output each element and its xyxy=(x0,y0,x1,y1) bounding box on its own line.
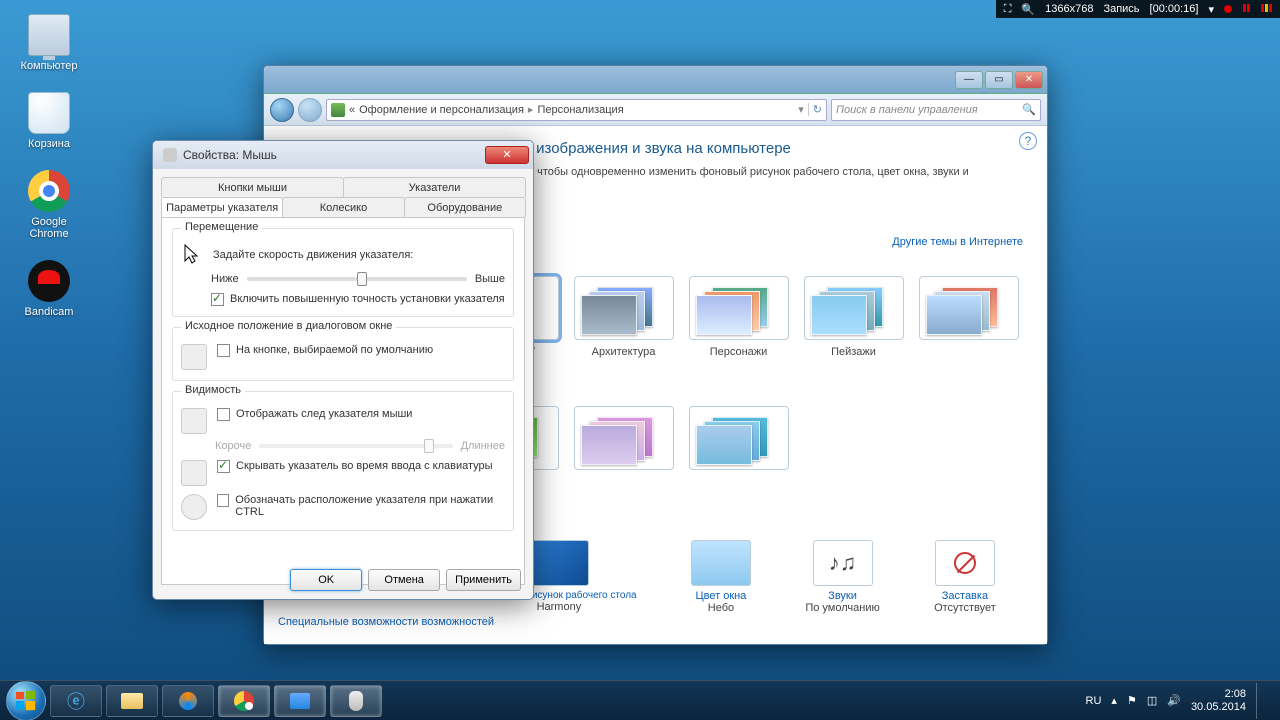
recorder-time: [00:00:16] xyxy=(1150,3,1199,15)
taskbar-mouse[interactable] xyxy=(330,685,382,717)
tray-lang[interactable]: RU xyxy=(1086,695,1102,707)
snap-icon xyxy=(181,344,207,370)
tray-chevron-icon[interactable]: ▴ xyxy=(1111,694,1117,707)
sounds-icon: ♪♫ xyxy=(813,540,873,586)
personalize-icon xyxy=(290,693,310,709)
theme-item[interactable] xyxy=(684,406,793,476)
bandicam-icon xyxy=(28,260,70,302)
recorder-bar: ⛶ 🔍 1366x768 Запись [00:00:16] ▾ xyxy=(996,0,1280,18)
refresh-icon[interactable]: ↻ xyxy=(808,103,822,116)
hide-typing-icon xyxy=(181,460,207,486)
recorder-dropdown-icon[interactable]: ▾ xyxy=(1208,3,1214,16)
taskbar-wmp[interactable] xyxy=(162,685,214,717)
mouse-icon xyxy=(163,148,177,162)
taskbar-personalization[interactable] xyxy=(274,685,326,717)
card-screensaver[interactable]: Заставка Отсутствует xyxy=(934,540,996,614)
card-sounds[interactable]: ♪♫ Звуки По умолчанию xyxy=(805,540,879,614)
theme-item[interactable] xyxy=(569,406,678,476)
wmp-icon xyxy=(179,692,197,710)
tray-flag-icon[interactable]: ⚑ xyxy=(1127,694,1137,707)
checkbox-ctrl-locate[interactable] xyxy=(217,494,229,507)
pause-icon[interactable] xyxy=(1242,3,1250,15)
chrome-icon xyxy=(28,170,70,212)
address-bar[interactable]: « Оформление и персонализация ▸ Персонал… xyxy=(326,99,827,121)
checkbox-trails[interactable] xyxy=(217,408,230,421)
speed-slider[interactable] xyxy=(247,277,467,281)
ie-icon: ⓔ xyxy=(67,688,85,714)
dialog-mouse-properties[interactable]: Свойства: Мышь ✕ Кнопки мыши Указатели П… xyxy=(152,140,534,600)
start-button[interactable] xyxy=(6,681,46,720)
close-button[interactable]: ✕ xyxy=(1015,71,1043,89)
breadcrumb[interactable]: Персонализация xyxy=(537,104,623,116)
desktop-icon-chrome[interactable]: Google Chrome xyxy=(14,170,84,240)
ok-button[interactable]: OK xyxy=(290,569,362,591)
taskbar-chrome[interactable] xyxy=(218,685,270,717)
fullscreen-icon[interactable]: ⛶ xyxy=(1004,3,1012,16)
dialog-title: Свойства: Мышь xyxy=(183,148,485,162)
nav-back-icon[interactable] xyxy=(270,98,294,122)
group-visibility: Видимость Отображать след указателя мыши… xyxy=(172,391,514,531)
screensaver-icon xyxy=(935,540,995,586)
control-panel-icon xyxy=(331,103,345,117)
checkbox-precision[interactable] xyxy=(211,293,224,306)
page-subtitle: Выберите тему, чтобы одновременно измени… xyxy=(454,166,994,190)
theme-item[interactable]: Персонажи xyxy=(684,276,793,358)
tab-buttons[interactable]: Кнопки мыши xyxy=(161,177,344,197)
group-snap: Исходное положение в диалоговом окне На … xyxy=(172,327,514,381)
tab-wheel[interactable]: Колесико xyxy=(282,197,404,217)
theme-item[interactable]: Архитектура xyxy=(569,276,678,358)
chart-icon xyxy=(1260,3,1272,15)
tray-volume-icon[interactable]: 🔊 xyxy=(1167,694,1181,707)
sidebar-link-accessibility[interactable]: Специальные возможности возможностей xyxy=(278,616,494,628)
nav-forward-icon[interactable] xyxy=(298,98,322,122)
trail-slider xyxy=(259,444,452,448)
ctrl-locate-icon xyxy=(181,494,207,520)
show-desktop-button[interactable] xyxy=(1256,683,1268,719)
magnify-icon[interactable]: 🔍 xyxy=(1021,3,1035,16)
group-motion: Перемещение Задайте скорость движения ук… xyxy=(172,228,514,317)
windows-icon xyxy=(15,690,37,712)
maximize-button[interactable]: ▭ xyxy=(985,71,1013,89)
cancel-button[interactable]: Отмена xyxy=(368,569,440,591)
taskbar-ie[interactable]: ⓔ xyxy=(50,685,102,717)
theme-item[interactable]: Пейзажи xyxy=(799,276,908,358)
link-online-themes[interactable]: Другие темы в Интернете xyxy=(892,236,1023,248)
desktop-icon-recyclebin[interactable]: Корзина xyxy=(14,92,84,150)
trails-icon xyxy=(181,408,207,434)
pointer-speed-icon xyxy=(181,243,205,267)
card-color[interactable]: Цвет окна Небо xyxy=(691,540,751,614)
search-icon: 🔍 xyxy=(1022,103,1036,116)
wallpaper-icon xyxy=(529,540,589,586)
apply-button[interactable]: Применить xyxy=(446,569,521,591)
tab-pointers[interactable]: Указатели xyxy=(343,177,526,197)
taskbar-explorer[interactable] xyxy=(106,685,158,717)
desktop-icon-computer[interactable]: Компьютер xyxy=(14,14,84,72)
breadcrumb[interactable]: Оформление и персонализация xyxy=(359,104,524,116)
record-icon[interactable] xyxy=(1224,5,1232,13)
help-icon[interactable]: ? xyxy=(1019,132,1037,150)
folder-icon xyxy=(121,693,143,709)
recorder-label: Запись xyxy=(1103,3,1139,15)
recyclebin-icon xyxy=(28,92,70,134)
tray-clock[interactable]: 2:08 30.05.2014 xyxy=(1191,688,1246,714)
tab-hardware[interactable]: Оборудование xyxy=(404,197,526,217)
checkbox-snap[interactable] xyxy=(217,344,230,357)
desktop-icon-bandicam[interactable]: Bandicam xyxy=(14,260,84,318)
tray-network-icon[interactable]: ◫ xyxy=(1147,694,1157,707)
recorder-resolution: 1366x768 xyxy=(1045,3,1093,15)
monitor-icon xyxy=(28,14,70,56)
tab-pointer-options[interactable]: Параметры указателя xyxy=(161,197,283,217)
theme-item[interactable] xyxy=(914,276,1023,358)
search-input[interactable]: Поиск в панели управления 🔍 xyxy=(831,99,1041,121)
minimize-button[interactable]: — xyxy=(955,71,983,89)
mouse-icon xyxy=(349,691,363,711)
checkbox-hide-typing[interactable] xyxy=(217,460,230,473)
close-button[interactable]: ✕ xyxy=(485,146,529,164)
chrome-icon xyxy=(234,691,254,711)
color-icon xyxy=(691,540,751,586)
taskbar[interactable]: ⓔ RU ▴ ⚑ ◫ 🔊 2:08 30.05.2014 xyxy=(0,680,1280,720)
